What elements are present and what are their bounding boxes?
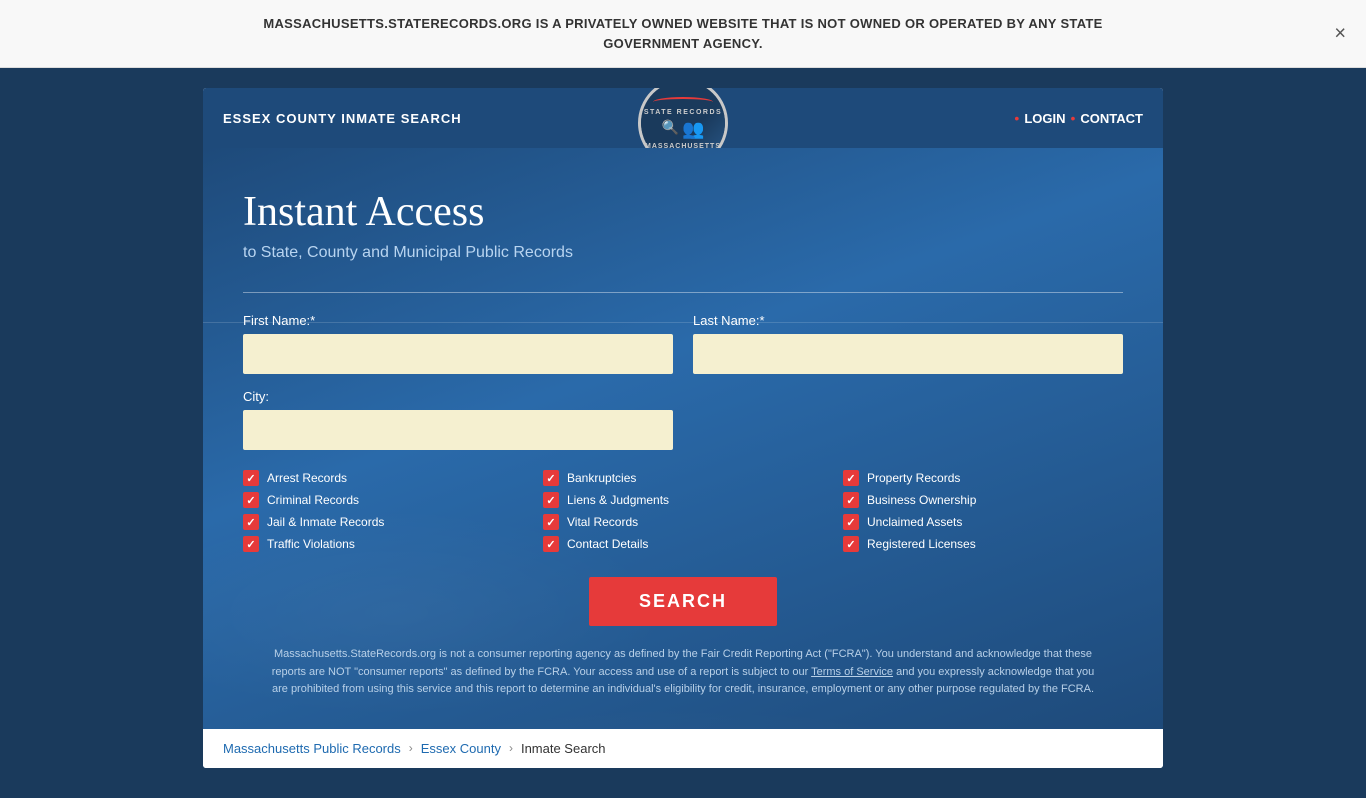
city-row: City: [243,389,1123,450]
checkbox-business: Business Ownership [843,492,1123,508]
first-name-group: First Name:* [243,313,673,374]
contact-link[interactable]: CONTACT [1080,111,1143,126]
checkbox-label: Liens & Judgments [567,493,669,507]
checkbox-label: Vital Records [567,515,638,529]
check-icon [243,514,259,530]
checkbox-label: Arrest Records [267,471,347,485]
login-link[interactable]: LOGIN [1024,111,1065,126]
city-label: City: [243,389,673,404]
checkbox-contact: Contact Details [543,536,823,552]
banner-text: MASSACHUSETTS.STATERECORDS.ORG IS A PRIV… [233,14,1133,53]
checkbox-label: Property Records [867,471,960,485]
search-button[interactable]: SEARCH [589,577,777,626]
checkbox-criminal-records: Criminal Records [243,492,523,508]
hero-divider [243,292,1123,293]
checkbox-unclaimed: Unclaimed Assets [843,514,1123,530]
checkbox-col-3: Property Records Business Ownership Uncl… [843,470,1123,552]
checkbox-bankruptcies: Bankruptcies [543,470,823,486]
last-name-input[interactable] [693,334,1123,374]
check-icon [543,470,559,486]
main-container: ESSEX COUNTY INMATE SEARCH STATE RECORDS… [203,88,1163,768]
check-icon [843,536,859,552]
check-icon [543,536,559,552]
checkbox-property: Property Records [843,470,1123,486]
breadcrumb-separator-1: › [409,741,413,755]
top-banner: MASSACHUSETTS.STATERECORDS.ORG IS A PRIV… [0,0,1366,68]
header-nav: • LOGIN • CONTACT [1014,110,1143,126]
search-button-wrapper: SEARCH [243,577,1123,626]
hero-subtitle: to State, County and Municipal Public Re… [243,244,1123,262]
contact-dot: • [1071,110,1076,126]
logo-text-top: STATE RECORDS [644,109,722,116]
checkbox-label: Contact Details [567,537,648,551]
last-name-group: Last Name:* [693,313,1123,374]
last-name-label: Last Name:* [693,313,1123,328]
disclaimer: Massachusetts.StateRecords.org is not a … [243,646,1123,699]
city-input[interactable] [243,410,673,450]
hero-title: Instant Access [243,188,1123,236]
first-name-input[interactable] [243,334,673,374]
breadcrumb-county-link[interactable]: Essex County [421,741,501,756]
check-icon [243,470,259,486]
checkbox-section: Arrest Records Criminal Records Jail & I… [243,470,1123,552]
header-title: ESSEX COUNTY INMATE SEARCH [223,111,462,126]
checkbox-liens: Liens & Judgments [543,492,823,508]
check-icon [243,536,259,552]
site-header: ESSEX COUNTY INMATE SEARCH STATE RECORDS… [203,88,1163,148]
logo-icons: 🔍 👥 [662,119,705,140]
terms-link[interactable]: Terms of Service [811,666,893,678]
checkbox-label: Traffic Violations [267,537,355,551]
first-name-label: First Name:* [243,313,673,328]
checkbox-licenses: Registered Licenses [843,536,1123,552]
search-form: First Name:* Last Name:* City: [243,313,1123,699]
check-icon [243,492,259,508]
breadcrumb: Massachusetts Public Records › Essex Cou… [203,729,1163,768]
search-icon: 🔍 [662,119,679,140]
checkbox-label: Bankruptcies [567,471,636,485]
checkbox-label: Registered Licenses [867,537,976,551]
check-icon [843,470,859,486]
checkbox-label: Business Ownership [867,493,976,507]
hero-section: Instant Access to State, County and Muni… [203,148,1163,729]
breadcrumb-separator-2: › [509,741,513,755]
breadcrumb-home-link[interactable]: Massachusetts Public Records [223,741,401,756]
checkbox-traffic: Traffic Violations [243,536,523,552]
name-row: First Name:* Last Name:* [243,313,1123,374]
checkbox-vital: Vital Records [543,514,823,530]
checkbox-label: Jail & Inmate Records [267,515,384,529]
login-dot: • [1014,110,1019,126]
people-icon: 👥 [682,119,704,140]
check-icon [543,514,559,530]
checkbox-col-1: Arrest Records Criminal Records Jail & I… [243,470,523,552]
checkbox-col-2: Bankruptcies Liens & Judgments Vital Rec… [543,470,823,552]
checkbox-label: Unclaimed Assets [867,515,962,529]
check-icon [843,492,859,508]
page-body: ESSEX COUNTY INMATE SEARCH STATE RECORDS… [0,68,1366,798]
checkbox-label: Criminal Records [267,493,359,507]
check-icon [543,492,559,508]
logo-arc [653,97,713,107]
breadcrumb-current: Inmate Search [521,741,606,756]
checkbox-arrest-records: Arrest Records [243,470,523,486]
check-icon [843,514,859,530]
city-group: City: [243,389,673,450]
close-button[interactable]: × [1334,22,1346,45]
checkbox-jail-records: Jail & Inmate Records [243,514,523,530]
